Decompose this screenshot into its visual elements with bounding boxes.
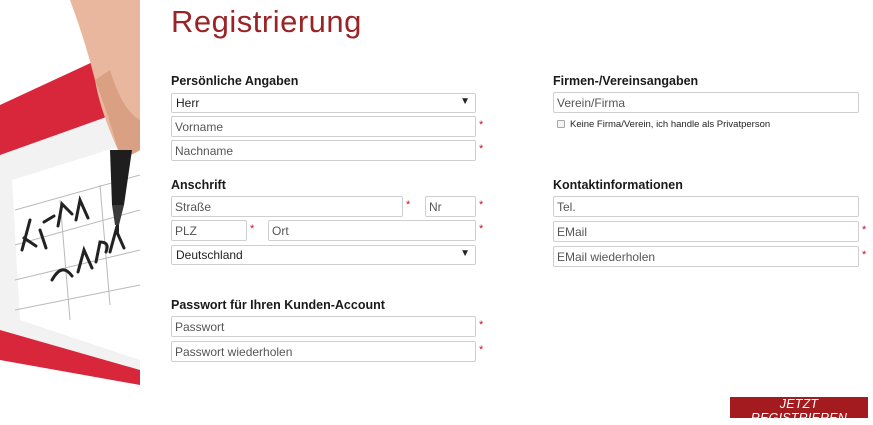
page-title: Registrierung <box>171 4 362 39</box>
lastname-field[interactable] <box>171 140 476 161</box>
street-field[interactable] <box>171 196 403 217</box>
required-marker: * <box>479 223 484 235</box>
required-marker: * <box>406 199 411 211</box>
required-marker: * <box>862 249 867 261</box>
company-field[interactable] <box>553 92 859 113</box>
required-marker: * <box>862 224 867 236</box>
city-field[interactable] <box>268 220 476 241</box>
company-section-heading: Firmen-/Vereinsangaben <box>553 74 699 88</box>
required-marker: * <box>250 223 255 235</box>
country-select[interactable]: Deutschland ▼ <box>171 245 476 265</box>
email-repeat-field[interactable] <box>553 246 859 267</box>
required-marker: * <box>479 344 484 356</box>
password-field[interactable] <box>171 316 476 337</box>
badge-illustration <box>0 0 140 424</box>
personal-section-heading: Persönliche Angaben <box>171 74 299 88</box>
firstname-field[interactable] <box>171 116 476 137</box>
chevron-down-icon: ▼ <box>460 96 470 107</box>
address-section-heading: Anschrift <box>171 178 226 192</box>
country-value: Deutschland <box>176 248 243 262</box>
required-marker: * <box>479 143 484 155</box>
house-number-field[interactable] <box>425 196 476 217</box>
required-marker: * <box>479 119 484 131</box>
salutation-select[interactable]: Herr ▼ <box>171 93 476 113</box>
password-repeat-field[interactable] <box>171 341 476 362</box>
contact-section-heading: Kontaktinformationen <box>553 178 683 192</box>
email-field[interactable] <box>553 221 859 242</box>
private-person-label: Keine Firma/Verein, ich handle als Priva… <box>570 119 771 130</box>
required-marker: * <box>479 319 484 331</box>
password-section-heading: Passwort für Ihren Kunden-Account <box>171 298 385 312</box>
chevron-down-icon: ▼ <box>460 248 470 259</box>
hero-image <box>0 0 140 424</box>
register-button[interactable]: JETZT REGISTRIEREN <box>730 397 868 425</box>
salutation-value: Herr <box>176 96 200 110</box>
phone-field[interactable] <box>553 196 859 217</box>
zip-field[interactable] <box>171 220 247 241</box>
private-person-checkbox[interactable] <box>557 120 565 128</box>
required-marker: * <box>479 199 484 211</box>
